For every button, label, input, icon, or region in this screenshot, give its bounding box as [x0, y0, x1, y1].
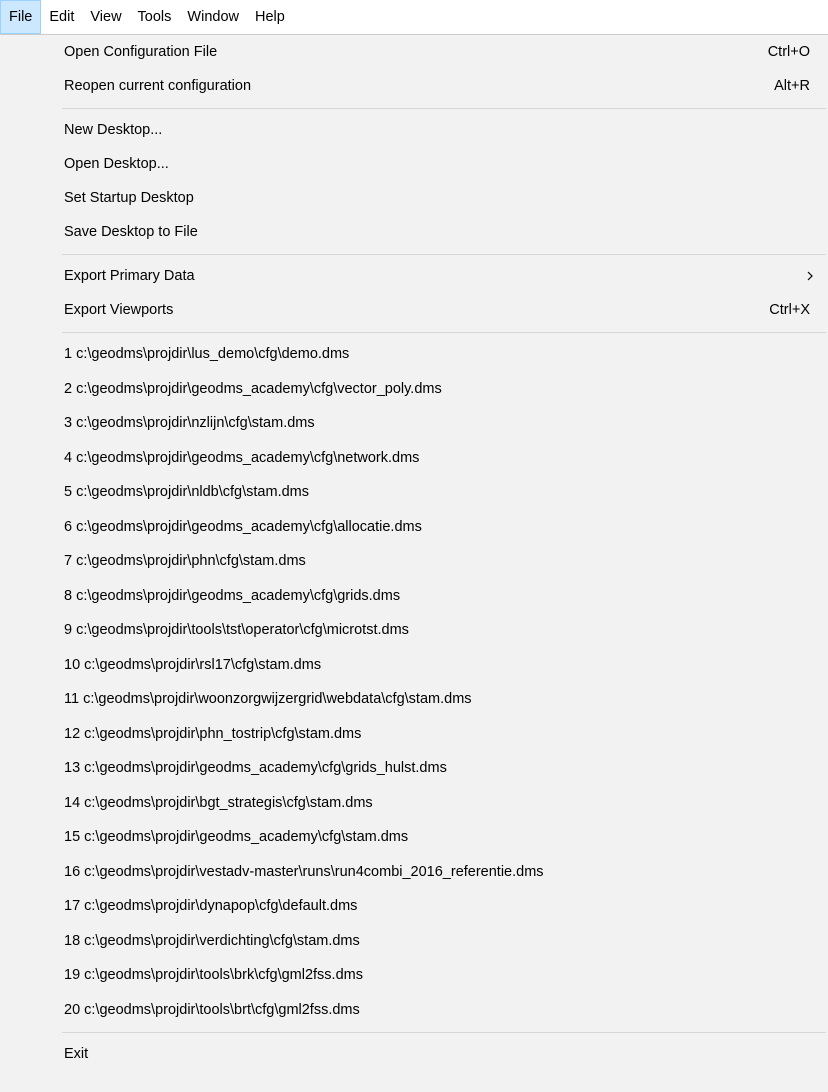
- menu-separator: [0, 249, 828, 259]
- recent-file-item[interactable]: 18 c:\geodms\projdir\verdichting\cfg\sta…: [0, 924, 828, 959]
- recent-file-item[interactable]: 3 c:\geodms\projdir\nzlijn\cfg\stam.dms: [0, 406, 828, 441]
- recent-file-label: 14 c:\geodms\projdir\bgt_strategis\cfg\s…: [64, 794, 373, 811]
- export-viewports-item[interactable]: Export Viewports Ctrl+X: [0, 293, 828, 327]
- new-desktop-item[interactable]: New Desktop...: [0, 113, 828, 147]
- menubar-window[interactable]: Window: [179, 0, 247, 34]
- recent-file-label: 18 c:\geodms\projdir\verdichting\cfg\sta…: [64, 932, 360, 949]
- menu-bar: File Edit View Tools Window Help: [0, 0, 828, 34]
- save-desktop-item[interactable]: Save Desktop to File: [0, 215, 828, 249]
- recent-file-label: 5 c:\geodms\projdir\nldb\cfg\stam.dms: [64, 484, 309, 501]
- recent-file-label: 7 c:\geodms\projdir\phn\cfg\stam.dms: [64, 553, 306, 570]
- open-configuration-file-shortcut: Ctrl+O: [767, 44, 810, 60]
- recent-file-label: 15 c:\geodms\projdir\geodms_academy\cfg\…: [64, 829, 409, 846]
- menu-separator: [0, 327, 828, 337]
- recent-file-item[interactable]: 8 c:\geodms\projdir\geodms_academy\cfg\g…: [0, 579, 828, 614]
- recent-file-item[interactable]: 9 c:\geodms\projdir\tools\tst\operator\c…: [0, 613, 828, 648]
- recent-file-item[interactable]: 12 c:\geodms\projdir\phn_tostrip\cfg\sta…: [0, 717, 828, 752]
- reopen-configuration-label: Reopen current configuration: [64, 78, 252, 94]
- recent-file-item[interactable]: 6 c:\geodms\projdir\geodms_academy\cfg\a…: [0, 510, 828, 545]
- recent-file-item[interactable]: 20 c:\geodms\projdir\tools\brt\cfg\gml2f…: [0, 993, 828, 1028]
- export-primary-data-item[interactable]: Export Primary Data: [0, 259, 828, 293]
- recent-file-item[interactable]: 11 c:\geodms\projdir\woonzorgwijzergrid\…: [0, 682, 828, 717]
- recent-file-item[interactable]: 19 c:\geodms\projdir\tools\brk\cfg\gml2f…: [0, 958, 828, 993]
- recent-file-label: 3 c:\geodms\projdir\nzlijn\cfg\stam.dms: [64, 415, 315, 432]
- recent-file-item[interactable]: 5 c:\geodms\projdir\nldb\cfg\stam.dms: [0, 475, 828, 510]
- set-startup-desktop-item[interactable]: Set Startup Desktop: [0, 181, 828, 215]
- menubar-view[interactable]: View: [82, 0, 129, 34]
- recent-file-item[interactable]: 7 c:\geodms\projdir\phn\cfg\stam.dms: [0, 544, 828, 579]
- exit-label: Exit: [64, 1046, 89, 1062]
- menubar-help[interactable]: Help: [247, 0, 293, 34]
- export-primary-data-label: Export Primary Data: [64, 268, 195, 284]
- recent-file-label: 11 c:\geodms\projdir\woonzorgwijzergrid\…: [64, 691, 472, 708]
- recent-file-item[interactable]: 10 c:\geodms\projdir\rsl17\cfg\stam.dms: [0, 648, 828, 683]
- recent-file-item[interactable]: 13 c:\geodms\projdir\geodms_academy\cfg\…: [0, 751, 828, 786]
- recent-file-item[interactable]: 17 c:\geodms\projdir\dynapop\cfg\default…: [0, 889, 828, 924]
- recent-file-label: 20 c:\geodms\projdir\tools\brt\cfg\gml2f…: [64, 1001, 360, 1018]
- recent-files-list: 1 c:\geodms\projdir\lus_demo\cfg\demo.dm…: [0, 337, 828, 1027]
- menu-separator: [0, 1027, 828, 1037]
- menubar-tools[interactable]: Tools: [130, 0, 180, 34]
- recent-file-item[interactable]: 1 c:\geodms\projdir\lus_demo\cfg\demo.dm…: [0, 337, 828, 372]
- reopen-configuration-shortcut: Alt+R: [774, 78, 810, 94]
- open-configuration-file-item[interactable]: Open Configuration File Ctrl+O: [0, 35, 828, 69]
- recent-file-item[interactable]: 15 c:\geodms\projdir\geodms_academy\cfg\…: [0, 820, 828, 855]
- chevron-right-icon: [804, 270, 816, 282]
- recent-file-item[interactable]: 16 c:\geodms\projdir\vestadv-master\runs…: [0, 855, 828, 890]
- exit-item[interactable]: Exit: [0, 1037, 828, 1071]
- recent-file-item[interactable]: 4 c:\geodms\projdir\geodms_academy\cfg\n…: [0, 441, 828, 476]
- recent-file-label: 1 c:\geodms\projdir\lus_demo\cfg\demo.dm…: [64, 346, 350, 363]
- recent-file-label: 16 c:\geodms\projdir\vestadv-master\runs…: [64, 863, 544, 880]
- recent-file-item[interactable]: 14 c:\geodms\projdir\bgt_strategis\cfg\s…: [0, 786, 828, 821]
- export-viewports-label: Export Viewports: [64, 302, 174, 318]
- recent-file-item[interactable]: 2 c:\geodms\projdir\geodms_academy\cfg\v…: [0, 372, 828, 407]
- export-viewports-shortcut: Ctrl+X: [769, 302, 810, 318]
- reopen-configuration-item[interactable]: Reopen current configuration Alt+R: [0, 69, 828, 103]
- open-configuration-file-label: Open Configuration File: [64, 44, 218, 60]
- menubar-edit[interactable]: Edit: [41, 0, 82, 34]
- recent-file-label: 8 c:\geodms\projdir\geodms_academy\cfg\g…: [64, 587, 401, 604]
- recent-file-label: 10 c:\geodms\projdir\rsl17\cfg\stam.dms: [64, 656, 322, 673]
- open-desktop-label: Open Desktop...: [64, 156, 169, 172]
- menubar-file[interactable]: File: [0, 0, 42, 34]
- recent-file-label: 12 c:\geodms\projdir\phn_tostrip\cfg\sta…: [64, 725, 362, 742]
- recent-file-label: 9 c:\geodms\projdir\tools\tst\operator\c…: [64, 622, 409, 639]
- file-menu-dropdown: Open Configuration File Ctrl+O Reopen cu…: [0, 34, 828, 1092]
- recent-file-label: 17 c:\geodms\projdir\dynapop\cfg\default…: [64, 898, 358, 915]
- recent-file-label: 6 c:\geodms\projdir\geodms_academy\cfg\a…: [64, 518, 422, 535]
- open-desktop-item[interactable]: Open Desktop...: [0, 147, 828, 181]
- new-desktop-label: New Desktop...: [64, 122, 163, 138]
- save-desktop-label: Save Desktop to File: [64, 224, 198, 240]
- recent-file-label: 2 c:\geodms\projdir\geodms_academy\cfg\v…: [64, 380, 442, 397]
- menu-separator: [0, 103, 828, 113]
- recent-file-label: 19 c:\geodms\projdir\tools\brk\cfg\gml2f…: [64, 967, 363, 984]
- set-startup-desktop-label: Set Startup Desktop: [64, 190, 194, 206]
- recent-file-label: 4 c:\geodms\projdir\geodms_academy\cfg\n…: [64, 449, 420, 466]
- recent-file-label: 13 c:\geodms\projdir\geodms_academy\cfg\…: [64, 760, 447, 777]
